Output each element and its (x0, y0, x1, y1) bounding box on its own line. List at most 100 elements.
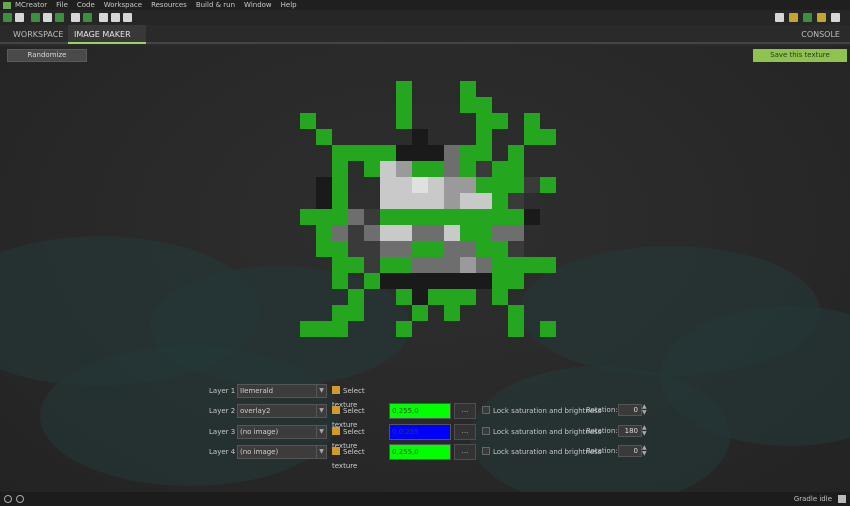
share-icon[interactable] (831, 13, 840, 22)
texture-pixel (380, 129, 396, 145)
texture-pixel (508, 113, 524, 129)
tab-console[interactable]: CONSOLE (795, 25, 846, 44)
folder-icon (332, 447, 340, 455)
texture-pixel (300, 129, 316, 145)
texture-pixel (364, 321, 380, 337)
texture-pixel (492, 97, 508, 113)
menu-item-window[interactable]: Window (244, 1, 272, 9)
texture-pixel (316, 289, 332, 305)
texture-pixel (332, 305, 348, 321)
export-icon[interactable] (817, 13, 826, 22)
color-picker-button[interactable]: ... (454, 403, 476, 419)
layer-image-select[interactable]: IIemerald ▼ (237, 384, 327, 398)
cloud-icon[interactable] (99, 13, 108, 22)
texture-pixel (540, 161, 556, 177)
cloud-icon[interactable] (123, 13, 132, 22)
build-icon[interactable] (789, 13, 798, 22)
menu-item-file[interactable]: File (56, 1, 68, 9)
texture-pixel (380, 193, 396, 209)
texture-pixel (428, 305, 444, 321)
settings-icon[interactable] (16, 495, 24, 503)
menu-item-mcreator[interactable]: MCreator (15, 1, 47, 9)
texture-pixel (492, 113, 508, 129)
toolbar (0, 10, 850, 25)
cloud-icon[interactable] (83, 13, 92, 22)
layer-color-swatch[interactable]: 0,255,0 (389, 403, 451, 419)
layer-image-select[interactable]: overlay2 ▼ (237, 404, 327, 418)
menu-item-code[interactable]: Code (77, 1, 95, 9)
texture-pixel (508, 225, 524, 241)
randomize-button[interactable]: Randomize (7, 49, 87, 62)
texture-pixel (476, 209, 492, 225)
texture-pixel (540, 209, 556, 225)
swap-icon[interactable] (71, 13, 80, 22)
texture-pixel (364, 241, 380, 257)
texture-pixel (396, 113, 412, 129)
texture-pixel (508, 145, 524, 161)
select-texture-button[interactable]: Select texture (332, 384, 386, 409)
texture-pixel (444, 97, 460, 113)
tab-workspace[interactable]: WORKSPACE (7, 25, 69, 44)
texture-pixel (460, 257, 476, 273)
cloud-icon[interactable] (111, 13, 120, 22)
run-icon[interactable] (803, 13, 812, 22)
texture-pixel (540, 97, 556, 113)
layer-color-value: 0,255,0 (392, 407, 419, 415)
workspace-icon[interactable] (3, 13, 12, 22)
texture-pixel (300, 193, 316, 209)
texture-pixel (364, 177, 380, 193)
texture-pixel (348, 209, 364, 225)
texture-pixel (492, 305, 508, 321)
spinner-arrows-icon[interactable]: ▲ ▼ (642, 445, 647, 457)
texture-pixel (380, 145, 396, 161)
texture-pixel (460, 145, 476, 161)
color-picker-button[interactable]: ... (454, 444, 476, 460)
menu-item-build-run[interactable]: Build & run (196, 1, 235, 9)
layer-label: Layer 3 (209, 428, 236, 436)
chevron-down-icon: ▼ (316, 385, 326, 397)
texture-pixel (380, 273, 396, 289)
texture-pixel (524, 145, 540, 161)
texture-pixel (428, 257, 444, 273)
rotation-input[interactable]: 0 (618, 445, 642, 457)
folder-icon[interactable] (775, 13, 784, 22)
spinner-arrows-icon[interactable]: ▲ ▼ (642, 404, 647, 416)
layer-label: Layer 2 (209, 407, 236, 415)
folder-icon (332, 386, 340, 394)
texture-pixel (444, 113, 460, 129)
layer-image-select[interactable]: (no image) ▼ (237, 445, 327, 459)
layer-color-swatch[interactable]: 0,255,0 (389, 444, 451, 460)
tab-image-maker[interactable]: IMAGE MAKER × (68, 25, 146, 58)
texture-pixel (460, 161, 476, 177)
texture-pixel (412, 209, 428, 225)
select-texture-button[interactable]: Select texture (332, 445, 386, 470)
menu-item-help[interactable]: Help (281, 1, 297, 9)
chevron-down-icon: ▼ (316, 446, 326, 458)
menu-item-workspace[interactable]: Workspace (104, 1, 142, 9)
select-texture-button[interactable]: Select texture (332, 404, 386, 429)
texture-pixel (444, 241, 460, 257)
rotation-input[interactable]: 0 (618, 404, 642, 416)
menu-item-resources[interactable]: Resources (151, 1, 187, 9)
layer-label: Layer 4 (209, 448, 236, 456)
color-picker-button[interactable]: ... (454, 424, 476, 440)
layer-color-swatch[interactable]: 0,0,255 (389, 424, 451, 440)
lock-saturation-checkbox[interactable]: Lock saturation and brightness (482, 447, 601, 456)
lock-saturation-checkbox[interactable]: Lock saturation and brightness (482, 406, 601, 415)
texture-pixel (524, 161, 540, 177)
save-icon[interactable] (15, 13, 24, 22)
rotation-input[interactable]: 180 (618, 425, 642, 437)
select-texture-button[interactable]: Select texture (332, 425, 386, 450)
info-icon[interactable] (4, 495, 12, 503)
spinner-arrows-icon[interactable]: ▲ ▼ (642, 425, 647, 437)
texture-pixel (348, 305, 364, 321)
sync-icon[interactable] (43, 13, 52, 22)
layer-image-value: (no image) (240, 428, 279, 436)
texture-pixel (332, 321, 348, 337)
image-icon[interactable] (55, 13, 64, 22)
layer-image-select[interactable]: (no image) ▼ (237, 425, 327, 439)
refresh-icon[interactable] (31, 13, 40, 22)
save-texture-button[interactable]: Save this texture (753, 49, 847, 62)
texture-pixel (540, 273, 556, 289)
lock-saturation-checkbox[interactable]: Lock saturation and brightness (482, 427, 601, 436)
